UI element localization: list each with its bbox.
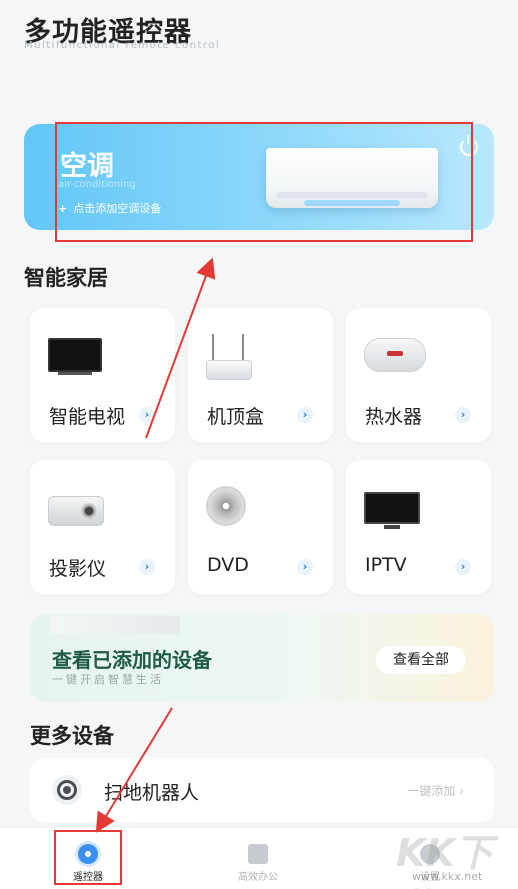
chevron-right-icon: › [297, 559, 313, 575]
tab-label: 高效办公 [238, 872, 278, 883]
added-devices-banner[interactable]: 查看已添加的设备 一键开启智慧生活 查看全部 [30, 614, 494, 702]
device-card-iptv[interactable]: IPTV › [346, 460, 491, 594]
device-card-water-heater[interactable]: 热水器 › [346, 308, 491, 442]
chevron-right-icon: › [297, 407, 313, 423]
added-devices-title: 查看已添加的设备 [52, 648, 212, 672]
annotation-highlight-tab [54, 830, 122, 885]
more-device-item-robot[interactable]: 扫地机器人 一键添加 › [30, 758, 494, 822]
set-top-box-icon [206, 334, 252, 382]
robot-icon-wrap [52, 775, 82, 805]
chevron-right-icon: › [455, 559, 471, 575]
device-card-dvd[interactable]: DVD › [188, 460, 333, 594]
device-label: 投影仪 [49, 558, 107, 580]
device-grid: 智能电视 › 机顶盒 › 热水器 › 投影仪 › DVD › IPTV › [30, 308, 492, 598]
decoration-image [50, 616, 180, 634]
more-device-label: 扫地机器人 [104, 782, 200, 804]
one-click-add-link[interactable]: 一键添加 › [407, 782, 464, 799]
device-label: 智能电视 [49, 406, 126, 428]
dvd-icon [206, 486, 246, 526]
device-label: DVD [207, 554, 249, 576]
added-devices-subtitle: 一键开启智慧生活 [52, 673, 164, 686]
device-card-projector[interactable]: 投影仪 › [30, 460, 175, 594]
chevron-right-icon: › [139, 407, 155, 423]
tv-icon [48, 338, 102, 375]
projector-icon [48, 496, 104, 526]
view-all-button[interactable]: 查看全部 [376, 646, 466, 674]
water-heater-icon [364, 338, 426, 372]
device-label: 机顶盒 [207, 406, 265, 428]
tab-office[interactable]: 高效办公 [198, 828, 318, 889]
watermark-url: www.kkx.net [412, 870, 483, 883]
folder-icon [248, 844, 268, 864]
device-label: IPTV [365, 554, 407, 576]
app-subtitle: Multifunctional remote control [24, 40, 221, 51]
device-card-tv[interactable]: 智能电视 › [30, 308, 175, 442]
device-card-set-top-box[interactable]: 机顶盒 › [188, 308, 333, 442]
more-devices-title: 更多设备 [30, 724, 114, 748]
robot-vacuum-icon [57, 780, 77, 800]
smart-home-title: 智能家居 [24, 266, 108, 290]
chevron-right-icon: › [455, 407, 471, 423]
annotation-highlight-ac [55, 122, 473, 242]
iptv-icon [364, 492, 420, 529]
chevron-right-icon: › [139, 559, 155, 575]
device-label: 热水器 [365, 406, 423, 428]
